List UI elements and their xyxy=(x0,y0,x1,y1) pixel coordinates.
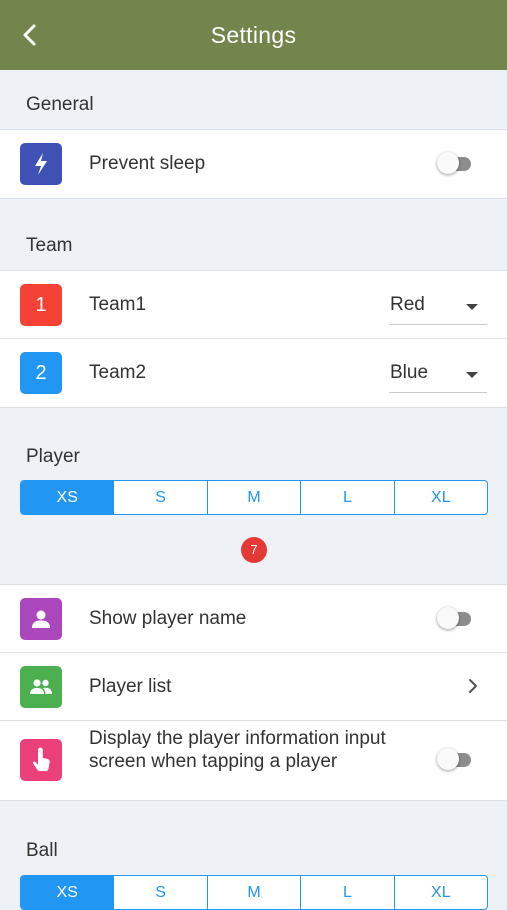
ball-size-selector: XS S M L XL xyxy=(20,875,488,910)
prevent-sleep-row[interactable]: Prevent sleep xyxy=(0,130,507,198)
caret-down-icon xyxy=(466,372,478,378)
ball-size-l[interactable]: L xyxy=(300,876,393,909)
prevent-sleep-label: Prevent sleep xyxy=(89,153,206,174)
team1-number-badge: 1 xyxy=(20,284,62,326)
player-size-l[interactable]: L xyxy=(300,481,393,514)
caret-down-icon xyxy=(466,304,478,310)
toggle-knob xyxy=(437,152,459,174)
player-size-xs[interactable]: XS xyxy=(21,481,114,514)
team1-color-select[interactable]: Red xyxy=(389,287,487,325)
player-info-screen-toggle[interactable] xyxy=(437,748,471,770)
page-title: Settings xyxy=(210,22,297,48)
ball-size-m[interactable]: M xyxy=(206,876,300,909)
ball-size-xs[interactable]: XS xyxy=(21,876,114,909)
general-group: Prevent sleep xyxy=(0,129,507,199)
player-info-screen-row[interactable]: Display the player information input scr… xyxy=(0,721,507,800)
section-player-label: Player xyxy=(26,446,80,467)
player-size-s[interactable]: S xyxy=(113,481,206,514)
player-list-label: Player list xyxy=(89,676,172,697)
app-bar: Settings xyxy=(0,0,507,70)
team2-color-select[interactable]: Blue xyxy=(389,355,487,393)
toggle-knob xyxy=(437,748,459,770)
player-size-preview: 7 xyxy=(241,537,267,563)
person-icon xyxy=(20,598,62,640)
ball-size-xl[interactable]: XL xyxy=(393,876,487,909)
show-player-name-row[interactable]: Show player name xyxy=(0,585,507,653)
team2-row: 2 Team2 Blue xyxy=(0,339,507,407)
show-player-name-label: Show player name xyxy=(89,608,247,629)
team-group: 1 Team1 Red 2 Team2 Blue xyxy=(0,270,507,408)
team1-row: 1 Team1 Red xyxy=(0,271,507,339)
prevent-sleep-toggle[interactable] xyxy=(437,152,471,174)
team1-color-value: Red xyxy=(390,294,425,315)
team2-number-badge: 2 xyxy=(20,352,62,394)
player-group: Show player name Player list Display the… xyxy=(0,584,507,801)
player-size-m[interactable]: M xyxy=(206,481,300,514)
toggle-knob xyxy=(437,607,459,629)
team2-label: Team2 xyxy=(89,362,147,383)
bolt-icon xyxy=(20,143,62,185)
team1-label: Team1 xyxy=(89,294,147,315)
chevron-right-icon xyxy=(469,679,477,693)
team2-color-value: Blue xyxy=(390,362,429,383)
show-player-name-toggle[interactable] xyxy=(437,607,471,629)
group-icon xyxy=(20,666,62,708)
player-size-selector: XS S M L XL xyxy=(20,480,488,515)
ball-size-s[interactable]: S xyxy=(113,876,206,909)
section-ball-label: Ball xyxy=(26,840,58,861)
player-list-row[interactable]: Player list xyxy=(0,653,507,721)
section-general-label: General xyxy=(26,94,94,115)
player-size-xl[interactable]: XL xyxy=(393,481,487,514)
section-team-label: Team xyxy=(26,235,73,256)
player-info-screen-label: Display the player information input scr… xyxy=(89,728,386,772)
tap-icon xyxy=(20,739,62,781)
